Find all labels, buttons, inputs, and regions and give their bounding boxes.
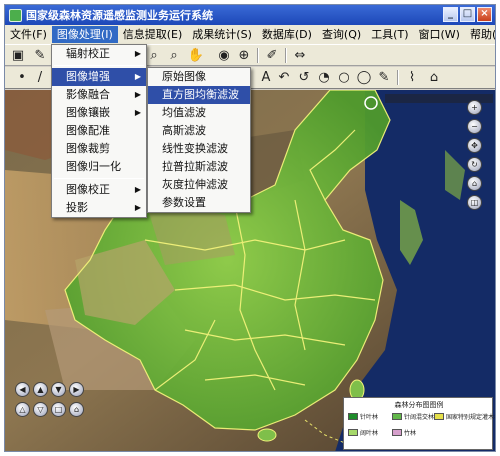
nav-right-icon[interactable]: ▶ (69, 382, 84, 397)
menu-item-image-enhancement[interactable]: 图像增强 ▶ (52, 68, 146, 86)
menu-database[interactable]: 数据库(D) (257, 26, 317, 43)
full-extent-icon[interactable]: ◉ (215, 47, 233, 64)
menu-item-projection[interactable]: 投影 ▶ (52, 199, 146, 217)
menu-file[interactable]: 文件(F) (5, 26, 52, 43)
legend-swatch (348, 429, 358, 436)
nav-tilt-up-icon[interactable]: △ (15, 402, 30, 417)
arc-tool-icon[interactable]: ◔ (315, 69, 333, 86)
submenu-item-linear-transform-filter[interactable]: 线性变换滤波 (148, 140, 250, 158)
image-enhancement-submenu: 原始图像 直方图均衡滤波 均值滤波 高斯滤波 线性变换滤波 拉普拉斯滤波 灰度拉… (147, 67, 251, 213)
nav-layer-icon[interactable]: ◫ (467, 195, 482, 210)
nav-pan-icon[interactable]: ✥ (467, 138, 482, 153)
app-icon (9, 8, 22, 22)
menu-item-image-clip[interactable]: 图像裁剪 (52, 140, 146, 158)
menu-item-image-mosaic[interactable]: 图像镶嵌 ▶ (52, 104, 146, 122)
legend-item: 国家特别规定灌木林 (434, 412, 495, 421)
submenu-item-gray-stretch-filter[interactable]: 灰度拉伸滤波 (148, 176, 250, 194)
menu-help[interactable]: 帮助(H) (465, 26, 495, 43)
legend-item: 阔叶林 (348, 428, 378, 437)
window-title: 国家级森林资源遥感监测业务运行系统 (26, 9, 213, 22)
polyline-tool-icon[interactable]: ⌇ (403, 69, 421, 86)
menu-bar: 文件(F) 图像处理(I) 信息提取(E) 成果统计(S) 数据库(D) 查询(… (5, 25, 495, 44)
menu-query[interactable]: 查询(Q) (317, 26, 366, 43)
forest-legend: 森林分布图图例 针叶林 针阔混交林 阔叶林 竹林 国家特别规定灌木林 (343, 397, 495, 450)
menu-window[interactable]: 窗口(W) (414, 26, 465, 43)
legend-swatch (392, 429, 402, 436)
maximize-button[interactable]: □ (460, 7, 475, 22)
close-button[interactable]: × (477, 7, 492, 22)
submenu-item-gaussian-filter[interactable]: 高斯滤波 (148, 122, 250, 140)
title-bar: 国家级森林资源遥感监测业务运行系统 _ □ × (5, 5, 495, 25)
image-processing-menu: 辐射校正 ▶ 图像增强 ▶ 影像融合 ▶ 图像镶嵌 ▶ 图像配准 图像裁剪 图像归一化 … (51, 44, 147, 218)
edit-pen-icon[interactable]: ✐ (263, 47, 281, 64)
menu-info-extraction[interactable]: 信息提取(E) (118, 26, 188, 43)
app-window: 国家级森林资源遥感监测业务运行系统 _ □ × 文件(F) 图像处理(I) 信息… (4, 4, 496, 452)
menu-item-image-fusion[interactable]: 影像融合 ▶ (52, 86, 146, 104)
menu-item-image-registration[interactable]: 图像配准 (52, 122, 146, 140)
legend-item: 竹林 (392, 428, 416, 437)
zoom-in-icon[interactable]: ⌕ (145, 47, 163, 64)
menu-statistics[interactable]: 成果统计(S) (187, 26, 257, 43)
curve-tool-icon[interactable]: ↶ (275, 69, 293, 86)
measure-icon[interactable]: ⇔ (291, 47, 309, 64)
legend-item: 针阔混交林 (392, 412, 434, 421)
freehand-tool-icon[interactable]: ✎ (375, 69, 393, 86)
legend-title: 森林分布图图例 (394, 401, 444, 409)
menu-tools[interactable]: 工具(T) (366, 26, 413, 43)
point-tool-icon[interactable]: • (13, 69, 31, 86)
circle-tool-icon[interactable]: ○ (335, 69, 353, 86)
rotate-tool-icon[interactable]: ↺ (295, 69, 313, 86)
menu-image-processing[interactable]: 图像处理(I) (51, 26, 118, 43)
text-tool-icon[interactable]: A (257, 69, 275, 86)
submenu-item-mean-filter[interactable]: 均值滤波 (148, 104, 250, 122)
legend-swatch (392, 413, 402, 420)
menu-item-image-normalize[interactable]: 图像归一化 (52, 158, 146, 176)
nav-tilt-down-icon[interactable]: ▽ (33, 402, 48, 417)
nav-zoom-in-icon[interactable]: + (467, 100, 482, 115)
submenu-item-parameter-settings[interactable]: 参数设置 (148, 194, 250, 212)
identify-icon[interactable]: ⊕ (235, 47, 253, 64)
legend-swatch (348, 413, 358, 420)
menu-item-image-correction[interactable]: 图像校正 ▶ (52, 181, 146, 199)
nav-zoom-box-icon[interactable]: □ (51, 402, 66, 417)
open-project-icon[interactable]: ▣ (9, 47, 27, 64)
zoom-out-icon[interactable]: ⌕ (165, 47, 183, 64)
nav-home-icon[interactable]: ⌂ (69, 402, 84, 417)
submenu-item-histogram-equalization[interactable]: 直方图均衡滤波 (148, 86, 250, 104)
ellipse-tool-icon[interactable]: ◯ (355, 69, 373, 86)
nav-zoom-out-icon[interactable]: − (467, 119, 482, 134)
legend-item: 针叶林 (348, 412, 378, 421)
nav-reset-icon[interactable]: ⌂ (467, 176, 482, 191)
nav-left-icon[interactable]: ◀ (15, 382, 30, 397)
menu-item-radiometric-correction[interactable]: 辐射校正 ▶ (52, 45, 146, 63)
pencil-icon[interactable]: ✎ (31, 47, 49, 64)
nav-down-icon[interactable]: ▼ (51, 382, 66, 397)
nav-up-icon[interactable]: ▲ (33, 382, 48, 397)
pan-hand-icon[interactable]: ✋ (187, 47, 205, 64)
minimize-button[interactable]: _ (443, 7, 458, 22)
polygon-tool-icon[interactable]: ⌂ (425, 69, 443, 86)
nav-rotate-icon[interactable]: ↻ (467, 157, 482, 172)
legend-swatch (434, 413, 444, 420)
line-tool-icon[interactable]: / (31, 69, 49, 86)
hainan-island (257, 428, 277, 442)
submenu-item-laplacian-filter[interactable]: 拉普拉斯滤波 (148, 158, 250, 176)
submenu-item-original-image[interactable]: 原始图像 (148, 68, 250, 86)
